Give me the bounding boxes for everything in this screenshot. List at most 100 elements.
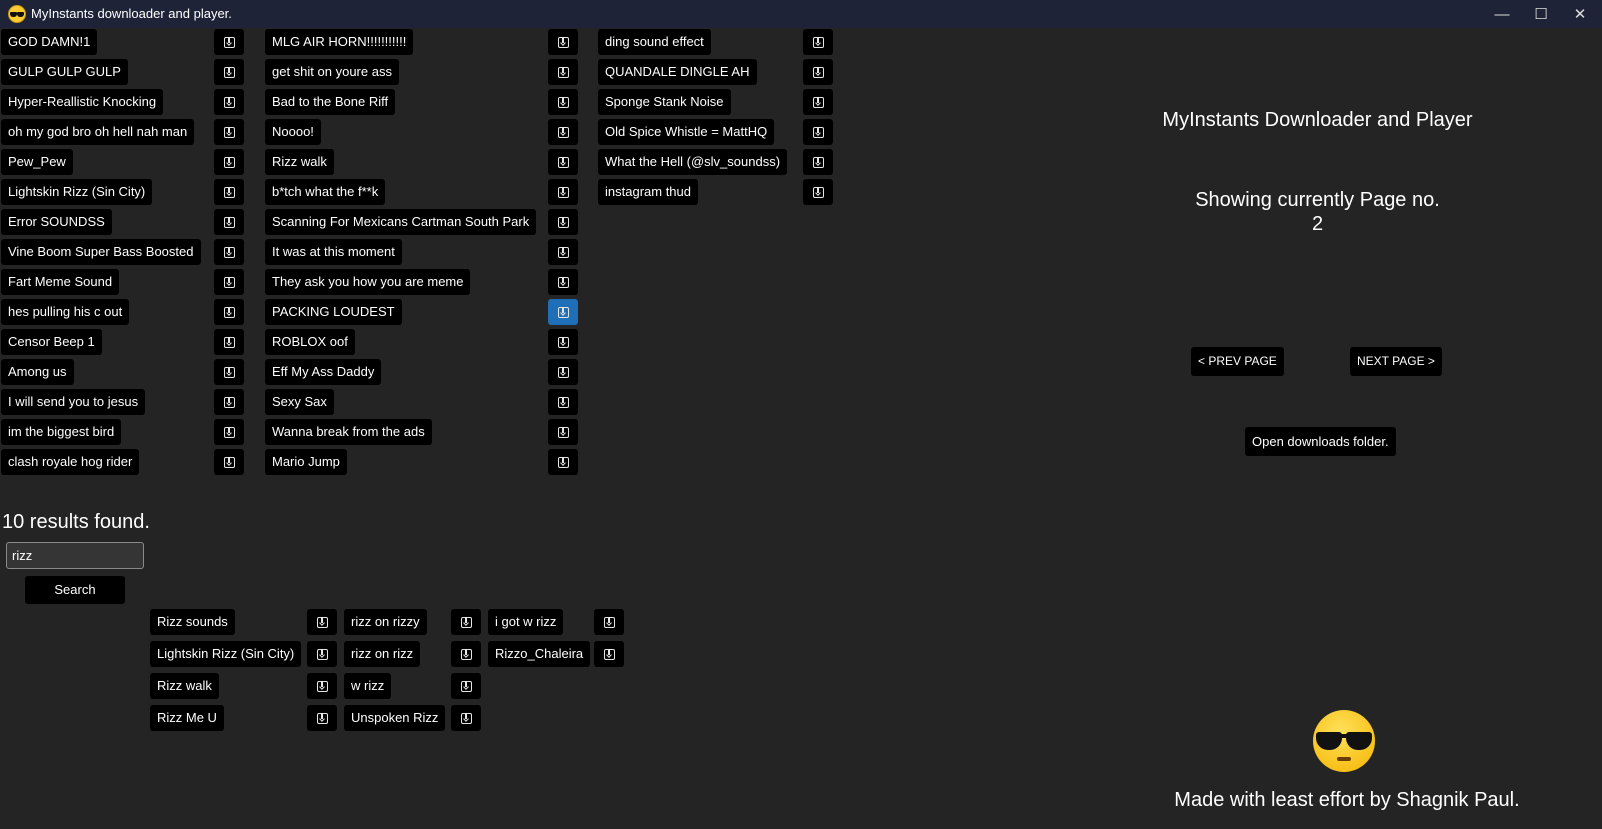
minimize-button[interactable]: —: [1483, 0, 1521, 28]
download-button[interactable]: [214, 179, 244, 205]
sound-play-button[interactable]: Wanna break from the ads: [265, 419, 432, 445]
next-page-button[interactable]: NEXT PAGE >: [1350, 347, 1442, 376]
download-button[interactable]: [214, 389, 244, 415]
download-button[interactable]: [214, 419, 244, 445]
sound-play-button[interactable]: Rizzo_Chaleira: [488, 641, 591, 667]
sound-play-button[interactable]: What the Hell (@slv_soundss): [598, 149, 788, 175]
download-button[interactable]: [548, 239, 578, 265]
prev-page-button[interactable]: < PREV PAGE: [1191, 347, 1284, 376]
download-button[interactable]: [451, 673, 481, 699]
sound-play-button[interactable]: Scanning For Mexicans Cartman South Park: [265, 209, 537, 235]
download-button[interactable]: [214, 119, 244, 145]
download-button[interactable]: [214, 449, 244, 475]
sound-play-button[interactable]: Vine Boom Super Bass Boosted: [1, 239, 201, 265]
sound-play-button[interactable]: It was at this moment: [265, 239, 402, 265]
download-button[interactable]: [548, 209, 578, 235]
sound-play-button[interactable]: Eff My Ass Daddy: [265, 359, 382, 385]
sound-play-button[interactable]: Pew_Pew: [1, 149, 73, 175]
download-button[interactable]: [803, 119, 833, 145]
download-button[interactable]: [451, 641, 481, 667]
sound-play-button[interactable]: get shit on youre ass: [265, 59, 399, 85]
sound-play-button[interactable]: Sexy Sax: [265, 389, 334, 415]
sound-play-button[interactable]: Unspoken Rizz: [344, 705, 446, 731]
download-button[interactable]: [548, 389, 578, 415]
sound-play-button[interactable]: Old Spice Whistle = MattHQ: [598, 119, 775, 145]
download-button[interactable]: [548, 59, 578, 85]
download-button[interactable]: [214, 329, 244, 355]
download-button[interactable]: [451, 705, 481, 731]
download-button[interactable]: [307, 641, 337, 667]
download-button[interactable]: [307, 705, 337, 731]
download-button[interactable]: [214, 149, 244, 175]
sound-play-button[interactable]: Error SOUNDSS: [1, 209, 112, 235]
download-button[interactable]: [548, 29, 578, 55]
download-button[interactable]: [548, 89, 578, 115]
download-button[interactable]: [803, 179, 833, 205]
sound-play-button[interactable]: instagram thud: [598, 179, 698, 205]
download-button[interactable]: [214, 299, 244, 325]
sound-play-button[interactable]: GOD DAMN!1: [1, 29, 98, 55]
sound-play-button[interactable]: Hyper-Reallistic Knocking: [1, 89, 164, 115]
download-button[interactable]: [548, 149, 578, 175]
sound-play-button[interactable]: Among us: [1, 359, 74, 385]
download-button[interactable]: [548, 299, 578, 325]
open-downloads-folder-button[interactable]: Open downloads folder.: [1245, 427, 1396, 456]
sound-play-button[interactable]: Lightskin Rizz (Sin City): [1, 179, 153, 205]
download-button[interactable]: [803, 29, 833, 55]
sound-play-button[interactable]: Rizz walk: [265, 149, 334, 175]
sound-play-button[interactable]: rizz on rizz: [344, 641, 421, 667]
sound-play-button[interactable]: I will send you to jesus: [1, 389, 146, 415]
download-button[interactable]: [594, 641, 624, 667]
download-button[interactable]: [803, 59, 833, 85]
search-button[interactable]: Search: [25, 576, 125, 604]
download-button[interactable]: [214, 209, 244, 235]
sound-play-button[interactable]: Censor Beep 1: [1, 329, 102, 355]
sound-play-button[interactable]: rizz on rizzy: [344, 609, 427, 635]
sound-play-button[interactable]: Rizz sounds: [150, 609, 235, 635]
sound-play-button[interactable]: w rizz: [344, 673, 392, 699]
download-button[interactable]: [548, 269, 578, 295]
sound-play-button[interactable]: Rizz Me U: [150, 705, 224, 731]
download-button[interactable]: [214, 239, 244, 265]
download-button[interactable]: [548, 179, 578, 205]
close-button[interactable]: ✕: [1561, 0, 1599, 28]
download-button[interactable]: [594, 609, 624, 635]
sound-play-button[interactable]: Fart Meme Sound: [1, 269, 120, 295]
download-button[interactable]: [548, 449, 578, 475]
download-button[interactable]: [803, 149, 833, 175]
download-button[interactable]: [307, 609, 337, 635]
sound-play-button[interactable]: i got w rizz: [488, 609, 564, 635]
sound-play-button[interactable]: PACKING LOUDEST: [265, 299, 402, 325]
download-button[interactable]: [307, 673, 337, 699]
download-button[interactable]: [548, 329, 578, 355]
sound-play-button[interactable]: MLG AIR HORN!!!!!!!!!!!: [265, 29, 414, 55]
sound-play-button[interactable]: clash royale hog rider: [1, 449, 140, 475]
search-input[interactable]: [6, 542, 144, 569]
download-button[interactable]: [214, 269, 244, 295]
sound-play-button[interactable]: hes pulling his c out: [1, 299, 130, 325]
sound-play-button[interactable]: ROBLOX oof: [265, 329, 355, 355]
download-button[interactable]: [451, 609, 481, 635]
download-button[interactable]: [548, 359, 578, 385]
sound-play-button[interactable]: Rizz walk: [150, 673, 219, 699]
sound-play-button[interactable]: Noooo!: [265, 119, 321, 145]
sound-play-button[interactable]: Bad to the Bone Riff: [265, 89, 396, 115]
download-button[interactable]: [214, 359, 244, 385]
sound-play-button[interactable]: oh my god bro oh hell nah man: [1, 119, 195, 145]
download-button[interactable]: [214, 29, 244, 55]
sound-play-button[interactable]: im the biggest bird: [1, 419, 122, 445]
sound-play-button[interactable]: GULP GULP GULP: [1, 59, 128, 85]
maximize-button[interactable]: ☐: [1522, 0, 1560, 28]
download-button[interactable]: [548, 119, 578, 145]
sound-play-button[interactable]: Lightskin Rizz (Sin City): [150, 641, 302, 667]
sound-play-button[interactable]: QUANDALE DINGLE AH: [598, 59, 757, 85]
sound-play-button[interactable]: Sponge Stank Noise: [598, 89, 731, 115]
download-button[interactable]: [548, 419, 578, 445]
download-button[interactable]: [214, 89, 244, 115]
sound-play-button[interactable]: Mario Jump: [265, 449, 347, 475]
sound-play-button[interactable]: ding sound effect: [598, 29, 711, 55]
sound-play-button[interactable]: b*tch what the f**k: [265, 179, 386, 205]
download-button[interactable]: [803, 89, 833, 115]
download-button[interactable]: [214, 59, 244, 85]
sound-play-button[interactable]: They ask you how you are meme: [265, 269, 471, 295]
